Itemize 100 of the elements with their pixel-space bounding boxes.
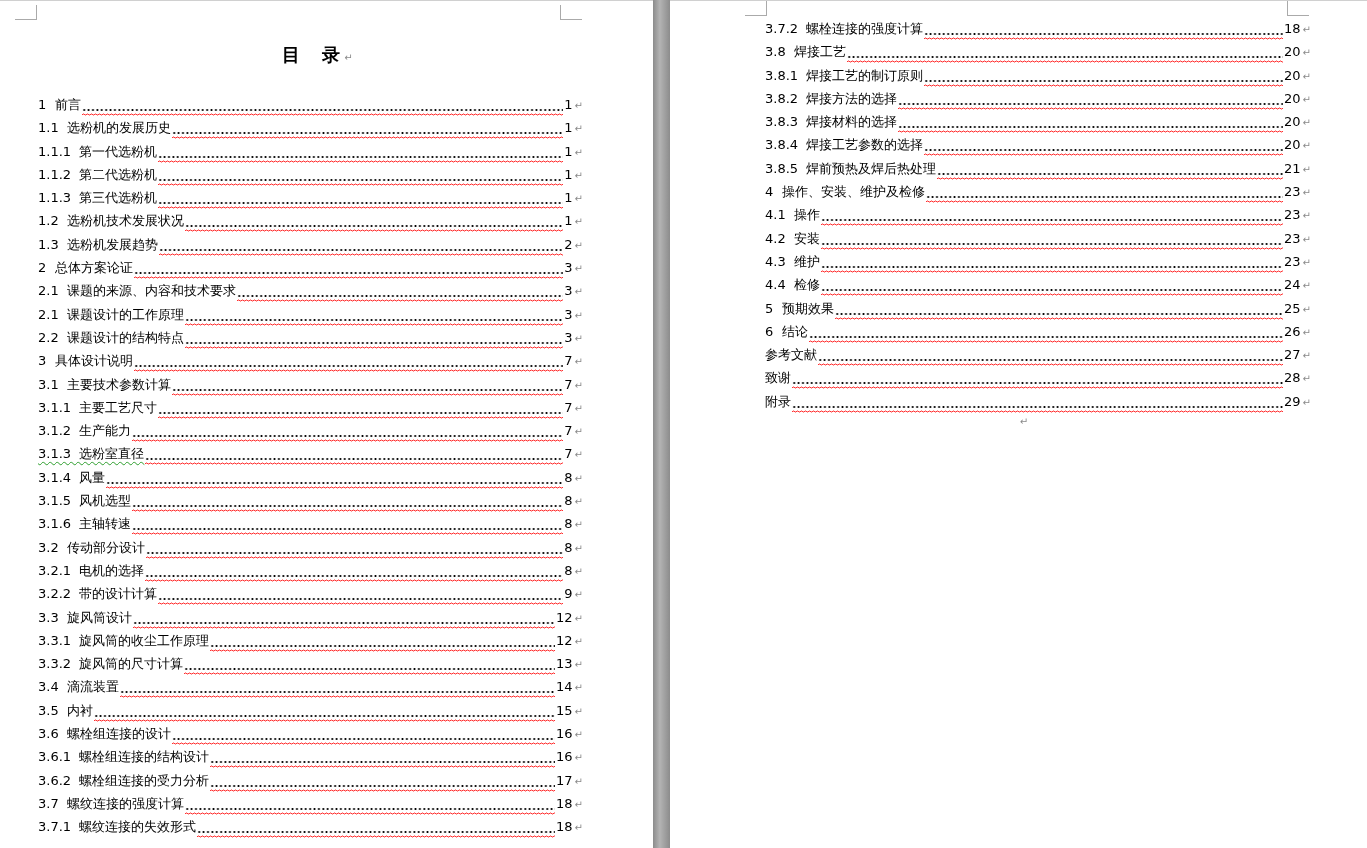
toc-entry-title[interactable]: 1.3 选粉机发展趋势 [38, 235, 158, 254]
page-number: 8 [564, 493, 573, 509]
toc-entry-title[interactable]: 3.1.5 风机选型 [38, 492, 132, 511]
toc-entry-title[interactable]: 2.1 课题设计的工作原理 [38, 305, 184, 324]
toc-entry-title[interactable]: 3.8.3 焊接材料的选择 [765, 113, 898, 132]
toc-entry-title[interactable]: 5 预期效果 [765, 299, 834, 318]
page-number: 1 [564, 120, 573, 136]
toc-entry-title[interactable]: 3.8.2 焊接方法的选择 [765, 89, 898, 108]
toc-entry-title[interactable]: 2 总体方案论证 [38, 259, 133, 278]
toc-entry-title[interactable]: 3 具体设计说明 [38, 352, 133, 371]
toc-entry-title[interactable]: 参考文献 [765, 346, 817, 365]
toc-entry-title[interactable]: 3.4 滴流装置 [38, 678, 119, 697]
toc-entry-title[interactable]: 3.6.1 螺栓组连接的结构设计 [38, 748, 210, 767]
page-number: 29 [1284, 393, 1301, 409]
page-number: 12 [556, 632, 573, 648]
paragraph-mark: ↵ [1302, 47, 1311, 59]
paragraph-mark: ↵ [574, 635, 583, 647]
toc-entry-title[interactable]: 附录 [765, 392, 791, 411]
page-number: 3 [564, 329, 573, 345]
toc-entry-title[interactable]: 2.1 课题的来源、内容和技术要求 [38, 282, 236, 301]
page-number: 18 [556, 819, 573, 835]
page-number: 20 [1284, 67, 1301, 83]
toc-entry-title[interactable]: 3.1.2 生产能力 [38, 422, 132, 441]
toc-entry-title[interactable]: 4.4 检修 [765, 276, 820, 295]
toc-entry-title[interactable]: 1.2 选粉机技术发展状况 [38, 212, 184, 231]
paragraph-mark: ↵ [574, 659, 583, 671]
toc-entry-title[interactable]: 3.8.1 焊接工艺的制订原则 [765, 66, 924, 85]
toc-entry-title[interactable]: 3.3.1 旋风筒的收尘工作原理 [38, 631, 210, 650]
toc-entry-title[interactable]: 3.8.5 焊前预热及焊后热处理 [765, 159, 937, 178]
paragraph-mark: ↵ [1302, 233, 1311, 245]
paragraph-mark: ↵ [574, 309, 583, 321]
toc-entry-title[interactable]: 1 前言 [38, 96, 81, 114]
page-number: 7 [564, 399, 573, 415]
paragraph-mark: ↵ [574, 100, 583, 111]
paragraph-mark: ↵ [1302, 303, 1311, 315]
paragraph-mark: ↵ [1302, 163, 1311, 175]
paragraph-mark: ↵ [1302, 140, 1311, 152]
toc-entry-title[interactable]: 2.2 课题设计的结构特点 [38, 328, 184, 347]
page-number: 20 [1284, 90, 1301, 106]
toc-entry-title[interactable]: 3.2 传动部分设计 [38, 538, 145, 557]
page-number: 20 [1284, 137, 1301, 153]
page-number: 21 [1284, 160, 1301, 176]
paragraph-mark: ↵ [574, 193, 583, 205]
toc-entry-title[interactable]: 4.2 安装 [765, 229, 820, 248]
paragraph-mark: ↵ [574, 426, 583, 438]
toc-entry-title[interactable]: 3.5 内衬 [38, 701, 93, 720]
toc-entry-title[interactable]: 3.8 焊接工艺 [765, 43, 846, 62]
toc-entry-title[interactable]: 3.7 螺纹连接的强度计算 [38, 794, 184, 813]
toc-entry-title[interactable]: 3.1.1 主要工艺尺寸 [38, 398, 158, 417]
page-number: 23 [1284, 253, 1301, 269]
page-number: 16 [556, 749, 573, 765]
toc-entry-title[interactable]: 3.1.4 风量 [38, 468, 106, 487]
toc-entry-title[interactable]: 4 操作、安装、维护及检修 [765, 183, 925, 202]
paragraph-mark: ↵ [574, 822, 583, 834]
toc-entry-title[interactable]: 3.7.2 螺栓连接的强度计算 [765, 20, 924, 38]
page-number: 12 [556, 609, 573, 625]
toc-entry-title[interactable]: 4.1 操作 [765, 206, 820, 225]
toc-entry-title[interactable]: 1.1 选粉机的发展历史 [38, 119, 171, 138]
paragraph-mark: ↵ [574, 729, 583, 740]
toc-entry-title[interactable]: 4.3 维护 [765, 252, 820, 271]
toc-entry-title[interactable]: 3.2.2 带的设计计算 [38, 585, 158, 604]
toc-entry-title[interactable]: 1.1.3 第三代选粉机 [38, 189, 158, 208]
page-number: 17 [556, 772, 573, 788]
paragraph-mark: ↵ [1302, 350, 1311, 362]
page-number: 13 [556, 656, 573, 672]
paragraph-mark: ↵ [574, 682, 583, 694]
paragraph-mark: ↵ [1302, 373, 1311, 385]
paragraph-mark: ↵ [574, 589, 583, 601]
page-number: 23 [1284, 184, 1301, 200]
crop-mark-icon [560, 5, 582, 20]
toc-entry-title[interactable]: 3.3 旋风筒设计 [38, 608, 132, 627]
page-number: 8 [564, 469, 573, 485]
paragraph-mark: ↵ [1302, 326, 1311, 338]
paragraph-mark: ↵ [574, 263, 583, 275]
crop-mark-icon [1287, 1, 1309, 16]
page-number: 18 [556, 795, 573, 811]
paragraph-mark: ↵ [574, 705, 583, 717]
toc-entry-title[interactable]: 3.3.2 旋风筒的尺寸计算 [38, 655, 184, 674]
toc-entry-title[interactable]: 3.8.4 焊接工艺参数的选择 [765, 136, 924, 155]
toc-entry-title[interactable]: 3.2.1 电机的选择 [38, 561, 145, 580]
paragraph-mark: ↵ [574, 286, 583, 298]
page-number: 1 [564, 190, 573, 206]
page-number: 14 [556, 679, 573, 695]
crop-mark-icon [745, 1, 767, 16]
paragraph-mark: ↵ [574, 798, 583, 810]
toc-entry-title[interactable]: 致谢 [765, 369, 791, 388]
page-number: 16 [556, 726, 573, 741]
toc-entry-title[interactable]: 3.7.1 螺纹连接的失效形式 [38, 818, 197, 837]
toc-entry-title[interactable]: 6 结论 [765, 322, 808, 341]
toc-entry-title[interactable]: 3.1 主要技术参数计算 [38, 375, 171, 394]
toc-entry-title[interactable]: 1.1.2 第二代选粉机 [38, 165, 158, 184]
paragraph-mark: ↵ [1302, 70, 1311, 82]
paragraph-mark: ↵ [574, 496, 583, 508]
toc-entry-title[interactable]: 3.1.3 选粉室直径 [38, 445, 145, 464]
page-number: 8 [564, 562, 573, 578]
toc-entry-title[interactable]: 3.6.2 螺栓组连接的受力分析 [38, 771, 210, 790]
toc-entry-title[interactable]: 3.6 螺栓组连接的设计 [38, 725, 171, 743]
toc-entry-title[interactable]: 3.1.6 主轴转速 [38, 515, 132, 534]
paragraph-mark: ↵ [574, 565, 583, 577]
toc-entry-title[interactable]: 1.1.1 第一代选粉机 [38, 142, 158, 161]
